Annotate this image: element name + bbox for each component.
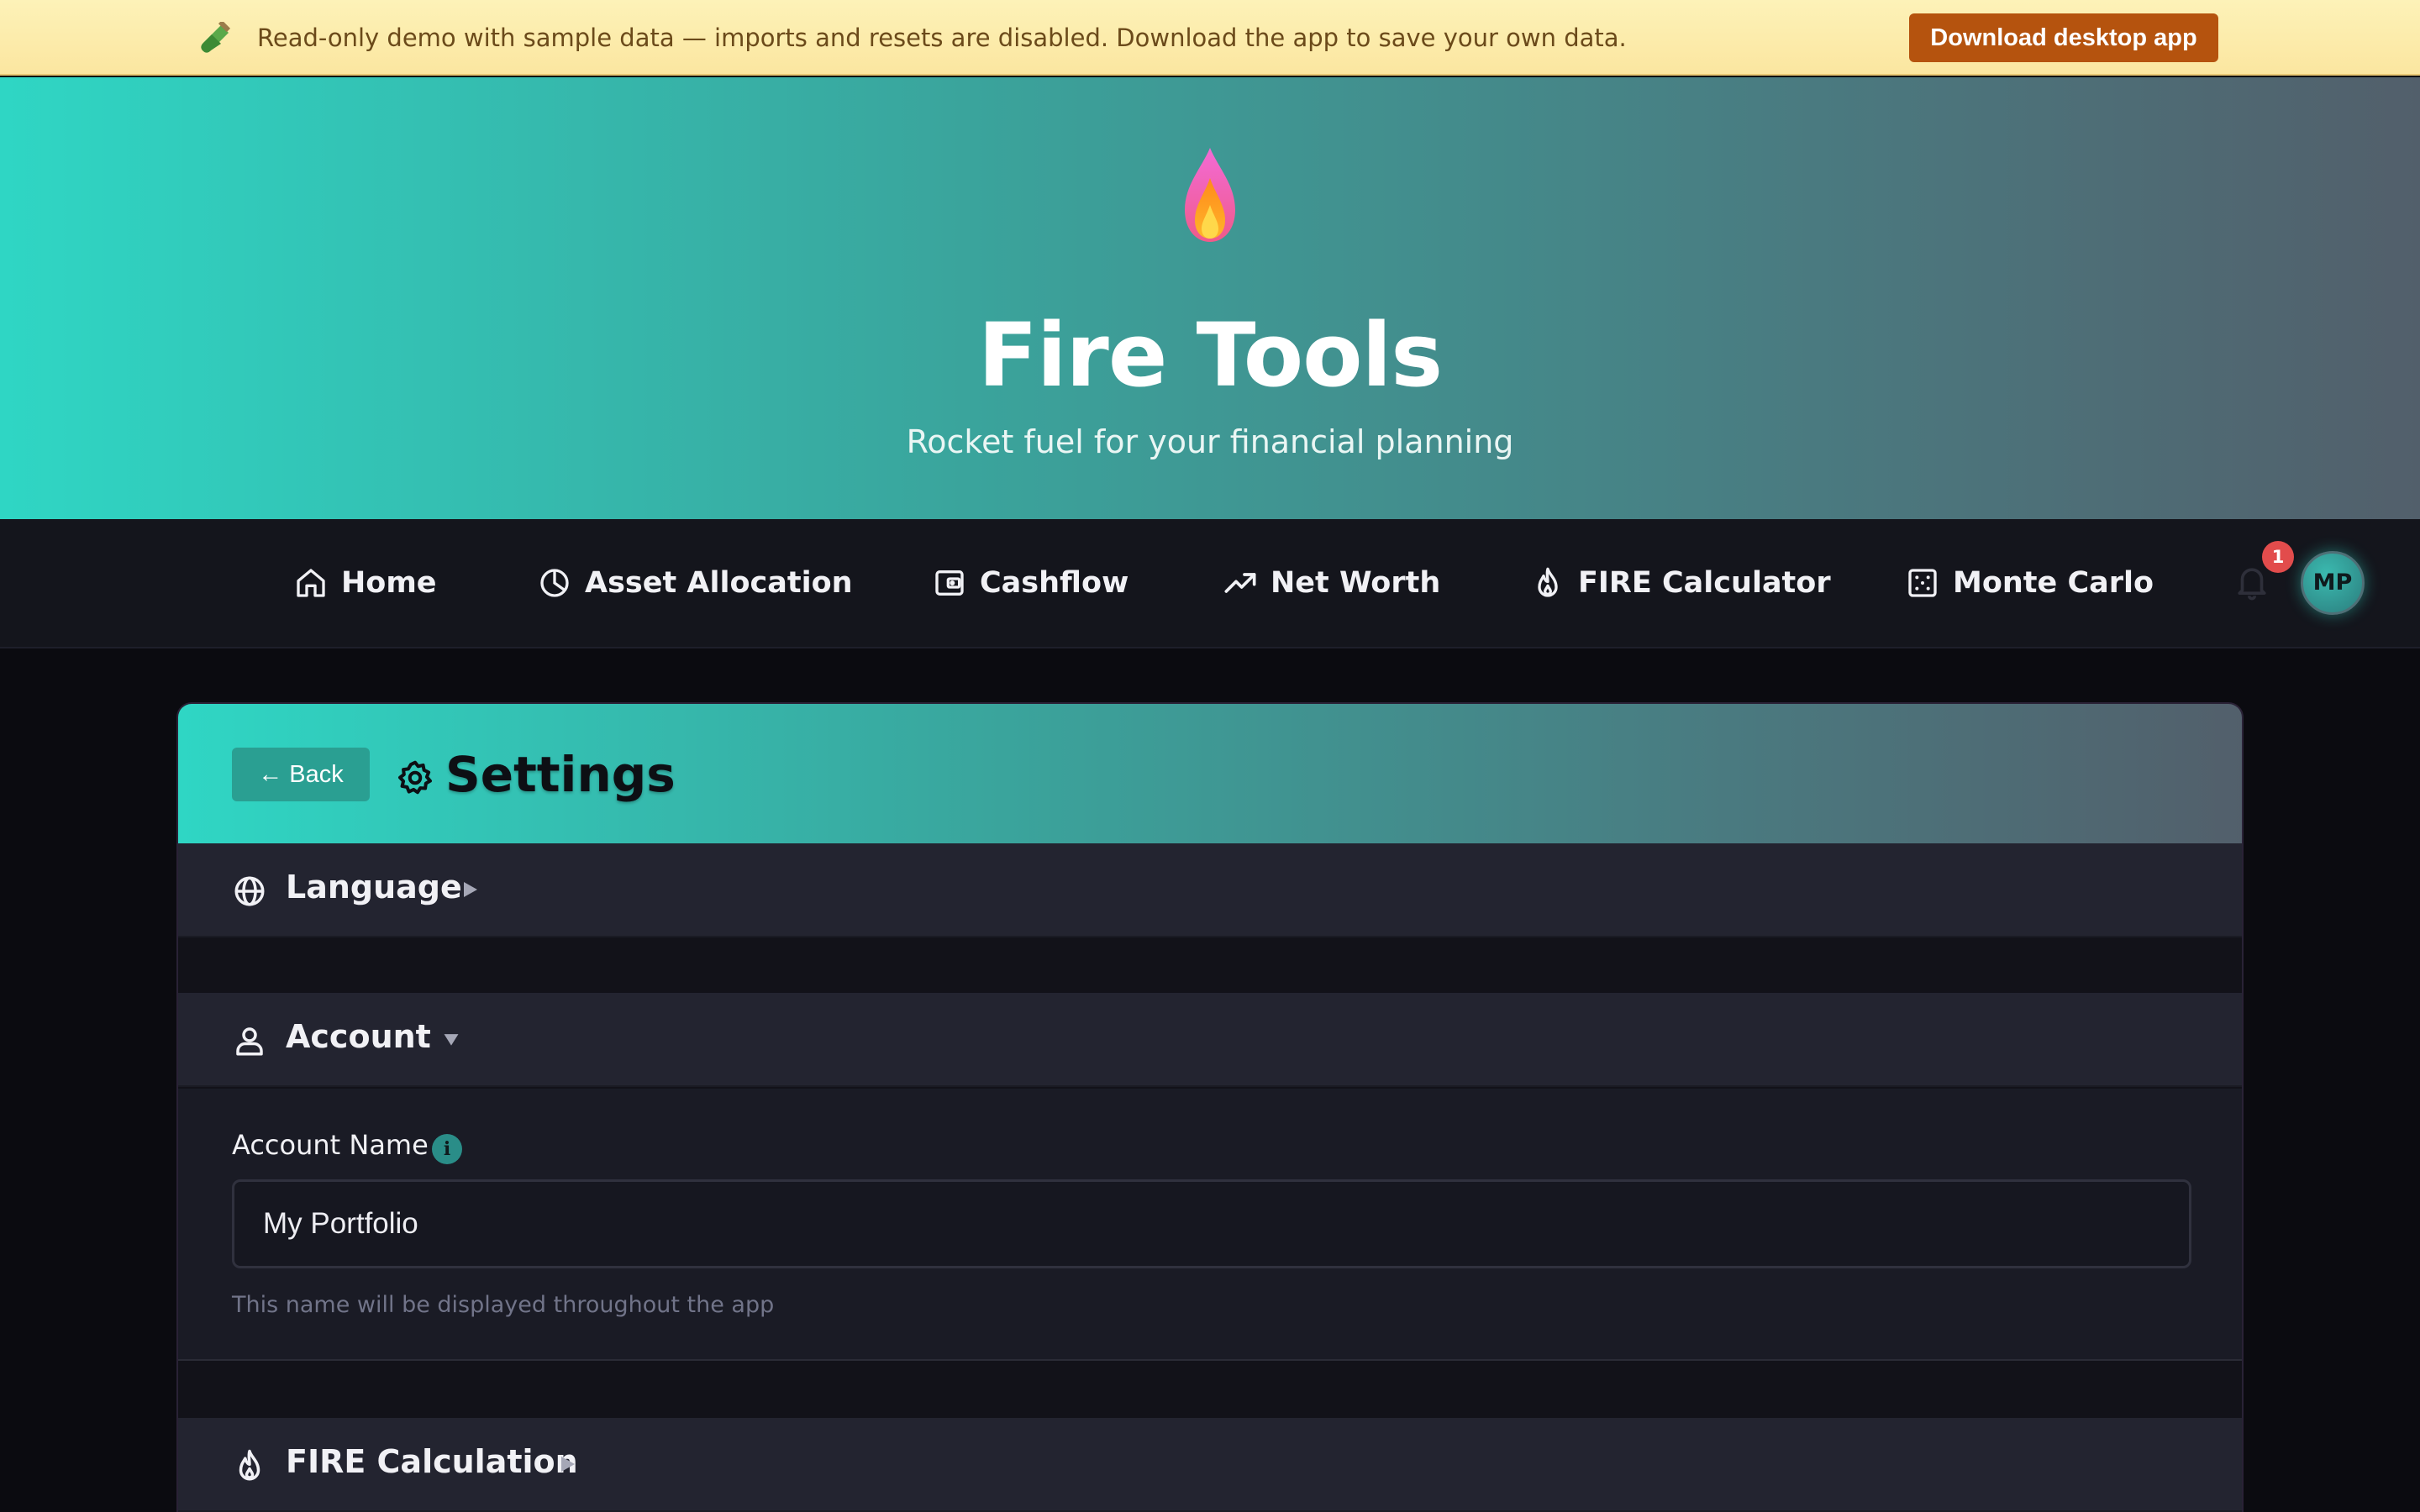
globe-icon	[234, 876, 265, 906]
app-title: Fire Tools	[977, 304, 1443, 407]
bell-icon[interactable]	[2235, 563, 2269, 601]
avatar[interactable]: MP	[2301, 551, 2365, 615]
demo-banner: Read-only demo with sample data — import…	[0, 0, 2420, 76]
section-title: Language	[286, 869, 462, 906]
section-account-header[interactable]: Account	[178, 993, 2242, 1087]
nav-item-label: Asset Allocation	[585, 566, 853, 600]
chevron-down-icon	[444, 1034, 459, 1046]
download-desktop-app-button[interactable]: Download desktop app	[1909, 13, 2218, 62]
nav-item-label: Home	[341, 566, 437, 600]
account-name-label: Account Name	[232, 1129, 429, 1161]
back-button[interactable]: ← Back	[232, 748, 370, 801]
info-icon[interactable]: i	[432, 1134, 462, 1164]
section-fire-calculation-header[interactable]: FIRE Calculation	[178, 1418, 2242, 1512]
app-subtitle: Rocket fuel for your financial planning	[906, 423, 1514, 460]
flame-logo-icon	[1185, 148, 1235, 242]
nav-item-label: Cashflow	[980, 566, 1129, 600]
settings-card: ← Back Settings Language Account Account…	[176, 702, 2244, 1512]
nav-item-cashflow[interactable]: Cashflow	[933, 559, 1128, 606]
nav-item-home[interactable]: Home	[294, 559, 437, 606]
section-language-header[interactable]: Language	[178, 843, 2242, 937]
hero-header: Fire Tools Rocket fuel for your financia…	[0, 77, 2420, 519]
account-name-hint: This name will be displayed throughout t…	[232, 1292, 775, 1318]
account-name-input[interactable]	[232, 1179, 2191, 1268]
nav-item-label: FIRE Calculator	[1578, 566, 1831, 600]
nav-item-monte-carlo[interactable]: Monte Carlo	[1906, 559, 2154, 606]
home-icon	[297, 569, 325, 597]
chevron-right-icon	[561, 1457, 575, 1472]
section-title: FIRE Calculation	[286, 1443, 578, 1480]
settings-header: ← Back Settings	[178, 704, 2242, 843]
flame-icon	[239, 1449, 260, 1481]
wallet-icon	[935, 570, 964, 596]
notification-badge: 1	[2262, 541, 2294, 573]
nav-item-net-worth[interactable]: Net Worth	[1223, 559, 1440, 606]
gear-icon	[398, 760, 432, 795]
nav-item-label: Net Worth	[1270, 566, 1441, 600]
section-title: Account	[286, 1018, 431, 1055]
main-nav: Home Asset Allocation Cashflow Net Worth…	[0, 519, 2420, 648]
dice-icon	[1908, 569, 1937, 597]
flame-icon	[1538, 567, 1558, 597]
nav-item-fire-calculator[interactable]: FIRE Calculator	[1531, 559, 1831, 606]
page-title: Settings	[445, 746, 676, 803]
chevron-right-icon	[464, 882, 477, 897]
nav-item-label: Monte Carlo	[1953, 566, 2154, 600]
nav-item-asset-allocation[interactable]: Asset Allocation	[538, 559, 853, 606]
pie-chart-icon	[540, 569, 569, 597]
user-icon	[236, 1027, 263, 1056]
test-tube-icon	[201, 22, 231, 53]
banner-message: Read-only demo with sample data — import…	[257, 24, 1627, 52]
trending-up-icon	[1224, 573, 1256, 593]
